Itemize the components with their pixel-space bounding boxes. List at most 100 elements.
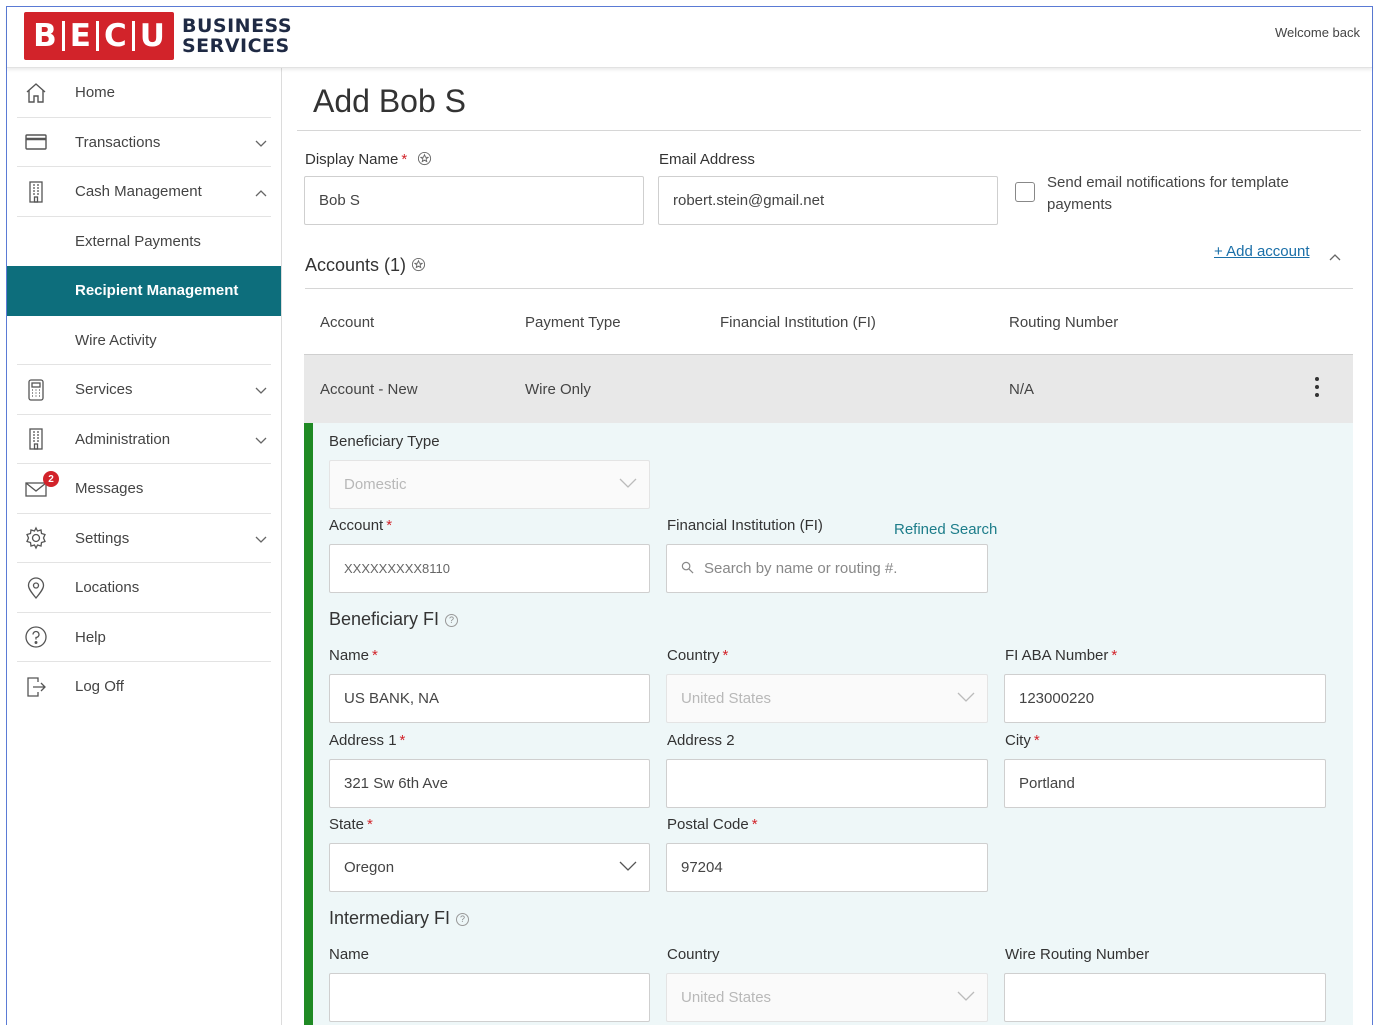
sidebar-item-label: Recipient Management	[75, 282, 239, 300]
search-placeholder: Search by name or routing #.	[704, 560, 898, 577]
notify-checkbox[interactable]	[1015, 182, 1035, 202]
select-value: Oregon	[344, 859, 395, 876]
int-name-label: Name	[329, 946, 370, 963]
sidebar-item-label: Log Off	[75, 678, 124, 696]
sidebar-item-label: Home	[75, 84, 116, 102]
section-title-text: Intermediary FI	[329, 908, 451, 928]
section-title-text: Beneficiary FI	[329, 609, 440, 629]
address2-label: Address 2	[667, 732, 735, 749]
sidebar-item-label: Transactions	[75, 133, 161, 151]
home-icon	[23, 80, 49, 106]
aba-number-field[interactable]: 123000220	[1004, 674, 1326, 723]
logo-line-1: BUSINESS	[182, 15, 293, 37]
city-label: City *	[1005, 732, 1040, 749]
required-marker: *	[372, 647, 378, 664]
email-field[interactable]: robert.stein@gmail.net	[658, 176, 998, 225]
refined-search-link[interactable]: Refined Search	[894, 521, 997, 538]
field-label: City	[1005, 732, 1031, 749]
help-icon[interactable]: ?	[445, 614, 459, 627]
intermediary-fi-title: Intermediary FI?	[329, 908, 470, 929]
sidebar-item-services[interactable]: Services	[7, 365, 281, 415]
chevron-down-icon	[619, 859, 637, 876]
field-label: Account	[329, 517, 384, 534]
more-options-icon[interactable]	[1315, 377, 1319, 397]
wire-routing-field[interactable]	[1004, 973, 1326, 1022]
sidebar-item-label: Wire Activity	[75, 331, 157, 349]
card-icon	[23, 129, 49, 155]
intermediary-name-field[interactable]	[329, 973, 650, 1022]
address1-label: Address 1 *	[329, 732, 405, 749]
state-select[interactable]: Oregon	[329, 843, 650, 892]
name-label: Name *	[329, 647, 378, 664]
int-country-label: Country	[667, 946, 720, 963]
column-header-fi: Financial Institution (FI)	[720, 314, 876, 331]
postal-label: Postal Code *	[667, 816, 758, 833]
address2-field[interactable]	[666, 759, 988, 808]
sidebar-item-messages[interactable]: 2 Messages	[7, 464, 281, 514]
sidebar-item-cash-management[interactable]: Cash Management	[7, 167, 281, 217]
cell-routing: N/A	[1009, 381, 1035, 398]
required-marker: *	[367, 816, 373, 833]
sidebar-item-administration[interactable]: Administration	[7, 415, 281, 465]
required-marker: *	[722, 647, 729, 664]
display-name-label: Display Name *	[305, 151, 432, 170]
account-number-field[interactable]: XXXXXXXXX8110	[329, 544, 650, 593]
sidebar-item-recipient-management[interactable]: Recipient Management	[7, 266, 281, 316]
account-detail-panel: Beneficiary Type Domestic Account * XXXXX…	[304, 423, 1353, 1025]
accounts-title: Accounts (1)	[305, 255, 426, 277]
field-label: State	[329, 816, 365, 833]
fi-search-input[interactable]: Search by name or routing #.	[666, 544, 988, 593]
page-title: Add Bob S	[313, 83, 466, 119]
welcome-text: Welcome back	[1274, 25, 1360, 40]
chevron-down-icon	[255, 382, 267, 400]
sidebar-item-wire-activity[interactable]: Wire Activity	[7, 316, 281, 366]
sidebar-item-help[interactable]: Help	[7, 613, 281, 663]
required-marker: *	[751, 816, 758, 833]
sidebar-item-label: Locations	[75, 579, 140, 597]
table-row[interactable]: Account - New Wire Only N/A	[304, 354, 1353, 423]
sidebar-item-label: Settings	[75, 529, 130, 547]
cell-payment-type: Wire Only	[525, 381, 591, 398]
divider	[305, 288, 1353, 289]
sidebar-item-label: Administration	[75, 430, 171, 448]
select-value: Domestic	[344, 476, 407, 493]
sidebar-item-label: External Payments	[75, 232, 201, 250]
address1-field[interactable]: 321 Sw 6th Ave	[329, 759, 650, 808]
chevron-up-icon[interactable]	[1329, 248, 1341, 266]
display-name-field[interactable]: Bob S	[304, 176, 644, 225]
sidebar-item-label: Services	[75, 381, 133, 399]
becu-logo[interactable]: B E C U BUSINESS SERVICES	[24, 12, 292, 60]
chevron-up-icon	[255, 184, 267, 202]
field-label: Postal Code	[667, 816, 749, 833]
account-label: Account *	[329, 517, 392, 534]
sidebar-item-log-off[interactable]: Log Off	[7, 662, 281, 712]
sidebar-item-home[interactable]: Home	[7, 68, 281, 118]
info-icon[interactable]	[411, 256, 426, 277]
divider	[297, 130, 1361, 131]
add-account-link[interactable]: + Add account	[1214, 243, 1310, 260]
sidebar-item-external-payments[interactable]: External Payments	[7, 217, 281, 267]
chevron-down-icon	[255, 531, 267, 549]
building-icon	[23, 179, 49, 205]
location-pin-icon	[23, 575, 49, 601]
city-field[interactable]: Portland	[1004, 759, 1326, 808]
sidebar-item-label: Messages	[75, 480, 144, 498]
chevron-down-icon	[619, 476, 637, 493]
country-select: United States	[666, 674, 988, 723]
bank-name-field[interactable]: US BANK, NA	[329, 674, 650, 723]
chevron-down-icon	[957, 690, 975, 707]
calculator-icon	[23, 377, 49, 403]
help-icon	[23, 624, 49, 650]
top-bar: B E C U BUSINESS SERVICES Welcome back	[7, 7, 1372, 68]
help-icon[interactable]: ?	[456, 913, 470, 926]
field-label: Display Name	[305, 151, 399, 168]
logo-line-2: SERVICES	[182, 35, 290, 57]
info-icon[interactable]	[417, 151, 432, 170]
postal-code-field[interactable]: 97204	[666, 843, 988, 892]
state-label: State *	[329, 816, 373, 833]
sidebar-item-transactions[interactable]: Transactions	[7, 118, 281, 168]
sidebar-item-locations[interactable]: Locations	[7, 563, 281, 613]
fi-label: Financial Institution (FI)	[667, 517, 823, 534]
column-header-account: Account	[320, 314, 375, 331]
sidebar-item-settings[interactable]: Settings	[7, 514, 281, 564]
